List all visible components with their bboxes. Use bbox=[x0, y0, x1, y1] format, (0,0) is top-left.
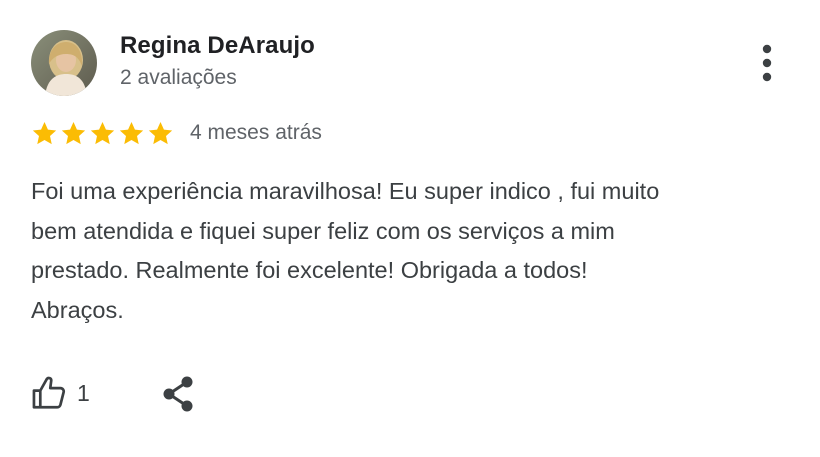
share-button[interactable] bbox=[158, 374, 200, 414]
review-text-line: prestado. Realmente foi excelente! Obrig… bbox=[31, 257, 588, 283]
thumbs-up-icon bbox=[32, 376, 66, 409]
rating-row: 4 meses atrás bbox=[31, 116, 322, 150]
star-icon bbox=[119, 121, 144, 144]
author-name[interactable]: Regina DeAraujo bbox=[120, 32, 315, 60]
star-icon bbox=[90, 121, 115, 144]
like-count: 1 bbox=[77, 379, 90, 406]
review-text: Foi uma experiência maravilhosa! Eu supe… bbox=[31, 172, 791, 330]
review-text-line: Abraços. bbox=[31, 296, 124, 323]
author-review-count: 2 avaliações bbox=[120, 66, 237, 89]
star-icon bbox=[32, 121, 57, 144]
avatar[interactable] bbox=[31, 30, 97, 96]
review-text-line: bem atendida e fiquei super feliz com os… bbox=[31, 217, 615, 244]
star-icon bbox=[148, 121, 173, 144]
review-text-line: Foi uma experiência maravilhosa! Eu supe… bbox=[31, 178, 660, 204]
star-rating bbox=[31, 120, 174, 147]
more-vertical-icon bbox=[762, 44, 772, 82]
review-time: 4 meses atrás bbox=[190, 121, 322, 144]
star-icon bbox=[61, 121, 86, 144]
review-card: Regina DeAraujo 2 avaliações 4 meses atr… bbox=[0, 0, 820, 457]
more-options-button[interactable] bbox=[748, 40, 786, 86]
share-icon bbox=[163, 376, 193, 412]
like-button[interactable]: 1 bbox=[30, 372, 90, 414]
